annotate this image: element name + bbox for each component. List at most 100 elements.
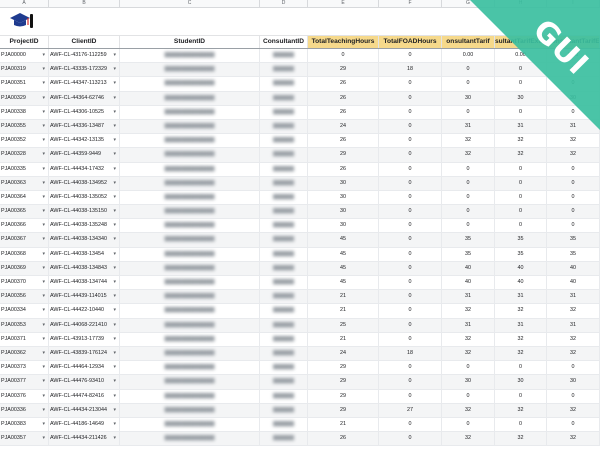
total-foad-hours-cell[interactable]: 0 xyxy=(379,162,442,176)
student-id-cell[interactable]: ▇▇▇▇▇▇▇▇▇▇▇▇ xyxy=(120,77,260,91)
student-id-cell[interactable]: ▇▇▇▇▇▇▇▇▇▇▇▇ xyxy=(120,148,260,162)
column-letter-f[interactable]: F xyxy=(379,0,442,7)
total-teaching-hours-cell[interactable]: 29 xyxy=(308,403,379,417)
total-foad-hours-cell[interactable]: 0 xyxy=(379,304,442,318)
student-id-cell[interactable]: ▇▇▇▇▇▇▇▇▇▇▇▇ xyxy=(120,332,260,346)
consultant-tarif-exam-cell[interactable]: 0 xyxy=(495,176,547,190)
client-id-cell[interactable]: AWF-CL-44038-134744 ▾ xyxy=(49,276,120,290)
student-tarif-exam-cell[interactable]: 0 xyxy=(547,176,600,190)
client-id-cell[interactable]: AWF-CL-44336-13487 ▾ xyxy=(49,119,120,134)
consultant-id-cell[interactable]: ▇▇▇▇▇ xyxy=(260,332,308,346)
consultant-tarif-cell[interactable]: 32 xyxy=(442,346,495,361)
dropdown-caret-icon[interactable]: ▾ xyxy=(113,262,116,275)
student-tarif-exam-cell[interactable]: 32 xyxy=(547,403,600,417)
total-teaching-hours-cell[interactable]: 30 xyxy=(308,176,379,190)
consultant-id-cell[interactable]: ▇▇▇▇▇ xyxy=(260,417,308,432)
consultant-tarif-exam-cell[interactable]: 0 xyxy=(495,162,547,176)
dropdown-caret-icon[interactable]: ▾ xyxy=(113,432,116,445)
column-letter-i[interactable]: I xyxy=(547,0,600,7)
project-id-cell[interactable]: PJA00353 ▾ xyxy=(0,318,49,332)
total-foad-hours-cell[interactable]: 0 xyxy=(379,432,442,446)
student-tarif-exam-cell[interactable]: 35 xyxy=(547,233,600,247)
consultant-id-cell[interactable]: ▇▇▇▇▇ xyxy=(260,148,308,162)
consultant-id-cell[interactable]: ▇▇▇▇▇ xyxy=(260,176,308,190)
project-id-cell[interactable]: PJA00365 ▾ xyxy=(0,205,49,219)
consultant-tarif-exam-cell[interactable]: 30 xyxy=(495,375,547,389)
consultant-id-cell[interactable]: ▇▇▇▇▇ xyxy=(260,134,308,148)
project-id-cell[interactable]: PJA00377 ▾ xyxy=(0,375,49,389)
dropdown-caret-icon[interactable]: ▾ xyxy=(42,276,45,289)
client-id-cell[interactable]: AWF-CL-44434-213044 ▾ xyxy=(49,403,120,417)
consultant-tarif-exam-cell[interactable]: 0 xyxy=(495,417,547,432)
total-foad-hours-cell[interactable]: 0 xyxy=(379,148,442,162)
project-id-cell[interactable]: PJA00356 ▾ xyxy=(0,290,49,304)
student-id-cell[interactable]: ▇▇▇▇▇▇▇▇▇▇▇▇ xyxy=(120,219,260,233)
total-teaching-hours-cell[interactable]: 26 xyxy=(308,134,379,148)
client-id-cell[interactable]: AWF-CL-44038-134952 ▾ xyxy=(49,176,120,190)
total-foad-hours-cell[interactable]: 0 xyxy=(379,176,442,190)
consultant-tarif-exam-cell[interactable]: 40 xyxy=(495,261,547,275)
dropdown-caret-icon[interactable]: ▾ xyxy=(42,148,45,161)
consultant-tarif-cell[interactable]: 30 xyxy=(442,375,495,389)
column-letter-b[interactable]: B xyxy=(49,0,120,7)
dropdown-caret-icon[interactable]: ▾ xyxy=(42,106,45,119)
dropdown-caret-icon[interactable]: ▾ xyxy=(42,77,45,90)
consultant-tarif-exam-cell[interactable]: 0 xyxy=(495,190,547,205)
project-id-cell[interactable]: PJA00319 ▾ xyxy=(0,63,49,77)
dropdown-caret-icon[interactable]: ▾ xyxy=(42,63,45,76)
project-id-cell[interactable]: PJA00000 ▾ xyxy=(0,49,49,63)
dropdown-caret-icon[interactable]: ▾ xyxy=(113,134,116,147)
client-id-cell[interactable]: AWF-CL-44068-221410 ▾ xyxy=(49,318,120,332)
consultant-tarif-cell[interactable]: 31 xyxy=(442,119,495,134)
dropdown-caret-icon[interactable]: ▾ xyxy=(113,290,116,303)
total-foad-hours-cell[interactable]: 0 xyxy=(379,417,442,432)
consultant-id-cell[interactable]: ▇▇▇▇▇ xyxy=(260,389,308,403)
student-tarif-exam-cell[interactable]: 31 xyxy=(547,290,600,304)
dropdown-caret-icon[interactable]: ▾ xyxy=(42,390,45,403)
header-studenttarifexam[interactable]: ConsultantTarifExam xyxy=(547,36,600,48)
consultant-tarif-exam-cell[interactable]: 31 xyxy=(495,119,547,134)
total-foad-hours-cell[interactable]: 0 xyxy=(379,219,442,233)
consultant-tarif-cell[interactable]: 0 xyxy=(442,105,495,119)
dropdown-caret-icon[interactable]: ▾ xyxy=(113,49,116,62)
project-id-cell[interactable]: PJA00336 ▾ xyxy=(0,403,49,417)
consultant-id-cell[interactable]: ▇▇▇▇▇ xyxy=(260,190,308,205)
dropdown-caret-icon[interactable]: ▾ xyxy=(42,233,45,246)
consultant-tarif-exam-cell[interactable]: 0.00 xyxy=(495,49,547,63)
client-id-cell[interactable]: AWF-CL-44434-211426 ▾ xyxy=(49,432,120,446)
consultant-id-cell[interactable]: ▇▇▇▇▇ xyxy=(260,346,308,361)
consultant-tarif-cell[interactable]: 0 xyxy=(442,205,495,219)
project-id-cell[interactable]: PJA00335 ▾ xyxy=(0,162,49,176)
project-id-cell[interactable]: PJA00383 ▾ xyxy=(0,417,49,432)
total-foad-hours-cell[interactable]: 0 xyxy=(379,205,442,219)
student-tarif-exam-cell[interactable]: 30 xyxy=(547,91,600,105)
student-tarif-exam-cell[interactable]: 0.00 xyxy=(547,49,600,63)
total-foad-hours-cell[interactable]: 0 xyxy=(379,77,442,91)
dropdown-caret-icon[interactable]: ▾ xyxy=(113,276,116,289)
consultant-tarif-cell[interactable]: 40 xyxy=(442,261,495,275)
consultant-id-cell[interactable]: ▇▇▇▇▇ xyxy=(260,276,308,290)
student-tarif-exam-cell[interactable]: 31 xyxy=(547,318,600,332)
total-teaching-hours-cell[interactable]: 29 xyxy=(308,389,379,403)
client-id-cell[interactable]: AWF-CL-44038-13454 ▾ xyxy=(49,247,120,261)
dropdown-caret-icon[interactable]: ▾ xyxy=(113,347,116,360)
header-studentid[interactable]: StudentID xyxy=(120,36,260,48)
consultant-tarif-cell[interactable]: 32 xyxy=(442,148,495,162)
project-id-cell[interactable]: PJA00334 ▾ xyxy=(0,304,49,318)
dropdown-caret-icon[interactable]: ▾ xyxy=(42,177,45,190)
consultant-tarif-exam-cell[interactable]: 0 xyxy=(495,77,547,91)
student-id-cell[interactable]: ▇▇▇▇▇▇▇▇▇▇▇▇ xyxy=(120,318,260,332)
dropdown-caret-icon[interactable]: ▾ xyxy=(42,290,45,303)
dropdown-caret-icon[interactable]: ▾ xyxy=(42,404,45,417)
dropdown-caret-icon[interactable]: ▾ xyxy=(113,219,116,232)
consultant-tarif-cell[interactable]: 0 xyxy=(442,389,495,403)
total-teaching-hours-cell[interactable]: 26 xyxy=(308,77,379,91)
total-foad-hours-cell[interactable]: 27 xyxy=(379,403,442,417)
student-tarif-exam-cell[interactable]: 0 xyxy=(547,63,600,77)
consultant-tarif-exam-cell[interactable]: 0 xyxy=(495,63,547,77)
student-tarif-exam-cell[interactable]: 35 xyxy=(547,247,600,261)
dropdown-caret-icon[interactable]: ▾ xyxy=(113,404,116,417)
header-consultantid[interactable]: ConsultantID xyxy=(260,36,308,48)
total-foad-hours-cell[interactable]: 0 xyxy=(379,190,442,205)
dropdown-caret-icon[interactable]: ▾ xyxy=(42,163,45,176)
